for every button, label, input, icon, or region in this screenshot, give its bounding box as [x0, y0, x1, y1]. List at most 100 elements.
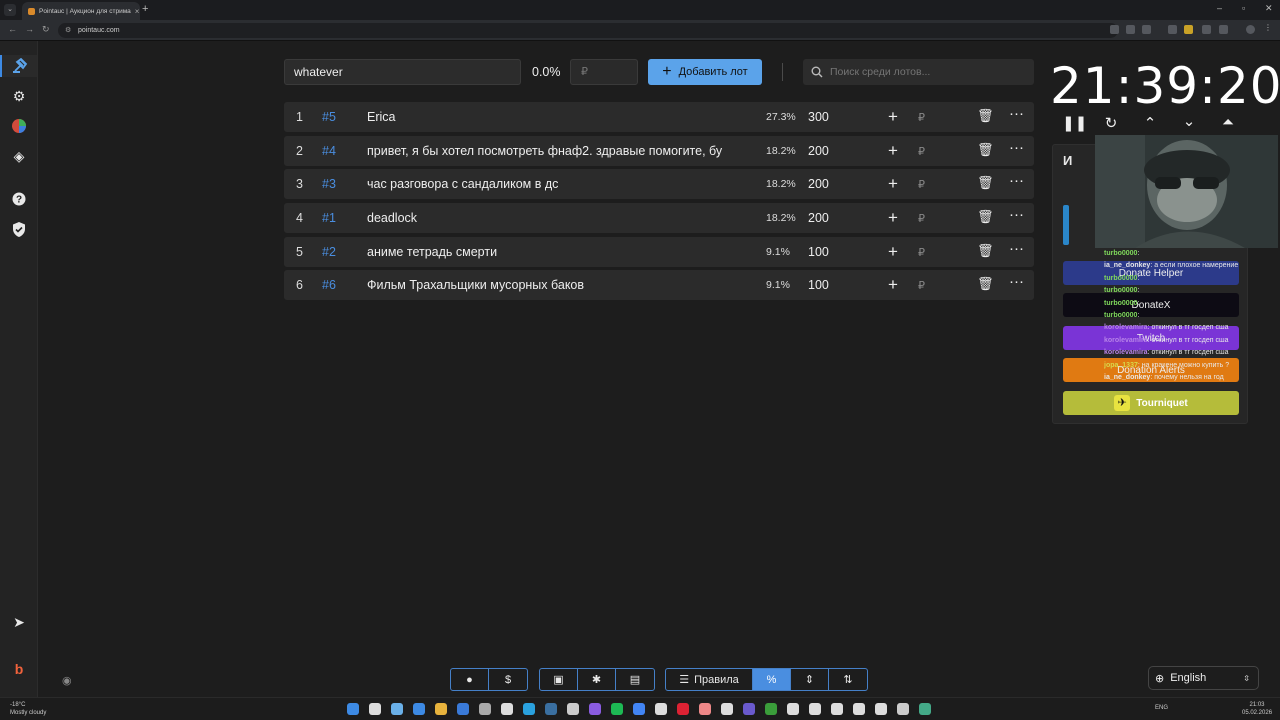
currency-input[interactable]: ₽: [918, 279, 925, 292]
currency-input[interactable]: ₽: [918, 178, 925, 191]
delete-icon[interactable]: 🗑: [977, 243, 994, 259]
add-amount-icon[interactable]: +: [888, 275, 898, 295]
help-icon[interactable]: ?: [8, 188, 30, 210]
more-icon[interactable]: ···: [1009, 105, 1024, 122]
address-bar[interactable]: ⚙ pointauc.com: [58, 23, 1118, 38]
close-tab-icon[interactable]: ×: [135, 7, 140, 16]
minimize-icon[interactable]: –: [1217, 3, 1222, 13]
taskbar-app-icon[interactable]: [743, 703, 755, 715]
lot-amount-input[interactable]: [570, 59, 638, 85]
back-icon[interactable]: ←: [8, 24, 17, 34]
search-input[interactable]: [830, 66, 1020, 78]
weather-widget[interactable]: -18°C Mostly cloudy: [10, 701, 46, 717]
currency-input[interactable]: ₽: [918, 145, 925, 158]
add-lot-button[interactable]: + Добавить лот: [648, 59, 762, 85]
extension-icon[interactable]: [1168, 25, 1177, 34]
save-button[interactable]: ▣: [540, 669, 578, 690]
lot-name[interactable]: Erica: [367, 110, 745, 124]
taskbar-app-icon[interactable]: [347, 703, 359, 715]
integration-button[interactable]: ✈ Tourniquet: [1063, 391, 1239, 415]
lot-name-input[interactable]: [284, 59, 521, 85]
lot-amount[interactable]: 200: [808, 211, 829, 225]
github-button[interactable]: ●: [451, 669, 489, 690]
chevron-up-icon[interactable]: ⌃: [1139, 114, 1161, 132]
lot-amount[interactable]: 300: [808, 110, 829, 124]
delete-icon[interactable]: 🗑: [977, 209, 994, 225]
menu-icon[interactable]: ⋮: [1264, 23, 1273, 32]
lot-id[interactable]: #3: [322, 177, 336, 191]
more-icon[interactable]: ···: [1009, 206, 1024, 223]
extension-icon[interactable]: [1184, 25, 1193, 34]
layers-icon[interactable]: ◈: [8, 145, 30, 167]
taskbar-app-icon[interactable]: [523, 703, 535, 715]
taskbar-app-icon[interactable]: [545, 703, 557, 715]
sort-toggle[interactable]: ⇅: [829, 669, 867, 690]
taskbar-app-icon[interactable]: [369, 703, 381, 715]
taskbar-app-icon[interactable]: [831, 703, 843, 715]
shield-check-icon[interactable]: [8, 218, 30, 240]
lot-name[interactable]: аниме тетрадь смерти: [367, 245, 745, 259]
close-window-icon[interactable]: ✕: [1265, 3, 1273, 14]
delete-icon[interactable]: 🗑: [977, 108, 994, 124]
taskbar-app-icon[interactable]: [919, 703, 931, 715]
lot-amount[interactable]: 100: [808, 245, 829, 259]
lot-row[interactable]: 6 #6 Фильм Трахальщики мусорных баков 9.…: [284, 270, 1034, 301]
more-icon[interactable]: ···: [1009, 139, 1024, 156]
lot-amount[interactable]: 200: [808, 144, 829, 158]
lot-id[interactable]: #6: [322, 278, 336, 292]
reset-icon[interactable]: ↻: [1100, 114, 1122, 132]
taskbar-app-icon[interactable]: [391, 703, 403, 715]
lot-id[interactable]: #1: [322, 211, 336, 225]
boosty-icon[interactable]: b: [8, 658, 30, 680]
taskbar-app-icon[interactable]: [589, 703, 601, 715]
add-amount-icon[interactable]: +: [888, 107, 898, 127]
taskbar-app-icon[interactable]: [677, 703, 689, 715]
clear-lots-button[interactable]: ▤: [616, 669, 654, 690]
lot-name[interactable]: deadlock: [367, 211, 745, 225]
taskbar-app-icon[interactable]: [721, 703, 733, 715]
add-amount-icon[interactable]: +: [888, 242, 898, 262]
taskbar-app-icon[interactable]: [567, 703, 579, 715]
taskbar-app-icon[interactable]: [809, 703, 821, 715]
extension-icon[interactable]: [1202, 25, 1211, 34]
donate-button[interactable]: $: [489, 669, 527, 690]
double-chevron-up-icon[interactable]: ⏶: [1217, 114, 1239, 131]
taskbar-app-icon[interactable]: [699, 703, 711, 715]
new-tab-icon[interactable]: +: [142, 3, 148, 15]
keyboard-lang[interactable]: ENG: [1155, 705, 1168, 711]
extension-icon[interactable]: [1110, 25, 1119, 34]
lot-amount[interactable]: 100: [808, 278, 829, 292]
bookmark-star-icon[interactable]: [1142, 25, 1151, 34]
taskbar-app-icon[interactable]: [897, 703, 909, 715]
more-icon[interactable]: ···: [1009, 172, 1024, 189]
currency-input[interactable]: ₽: [918, 246, 925, 259]
lot-id[interactable]: #5: [322, 110, 336, 124]
telegram-icon[interactable]: ➤: [8, 611, 30, 633]
eye-icon[interactable]: ◉: [62, 674, 72, 687]
lot-row[interactable]: 3 #3 час разговора с сандаликом в дс 18.…: [284, 169, 1034, 200]
auction-icon[interactable]: [0, 55, 37, 77]
pause-icon[interactable]: ❚❚: [1062, 114, 1087, 132]
taskbar-app-icon[interactable]: [611, 703, 623, 715]
reload-icon[interactable]: ↻: [42, 24, 50, 35]
add-amount-icon[interactable]: +: [888, 208, 898, 228]
taskbar-app-icon[interactable]: [457, 703, 469, 715]
taskbar-app-icon[interactable]: [413, 703, 425, 715]
lot-name[interactable]: Фильм Трахальщики мусорных баков: [367, 278, 745, 292]
downloads-icon[interactable]: [1219, 25, 1228, 34]
taskbar-app-icon[interactable]: [633, 703, 645, 715]
delete-icon[interactable]: 🗑: [977, 175, 994, 191]
add-amount-icon[interactable]: +: [888, 174, 898, 194]
tab-search-icon[interactable]: ⌄: [4, 4, 16, 16]
lot-row[interactable]: 1 #5 Erica 27.3% 300 + ₽ 🗑 ···: [284, 102, 1034, 132]
extension-icon[interactable]: [1126, 25, 1135, 34]
browser-tab[interactable]: Pointauc | Аукцион для стрима ×: [22, 2, 140, 20]
taskbar-app-icon[interactable]: [765, 703, 777, 715]
taskbar-app-icon[interactable]: [787, 703, 799, 715]
bug-report-button[interactable]: ✱: [578, 669, 616, 690]
lot-id[interactable]: #4: [322, 144, 336, 158]
lot-row[interactable]: 5 #2 аниме тетрадь смерти 9.1% 100 + ₽ 🗑…: [284, 236, 1034, 267]
system-clock[interactable]: 21:03 05.02.2026: [1242, 701, 1272, 717]
settings-icon[interactable]: ⚙: [8, 85, 30, 107]
rules-button[interactable]: ☰ Правила: [666, 669, 753, 690]
